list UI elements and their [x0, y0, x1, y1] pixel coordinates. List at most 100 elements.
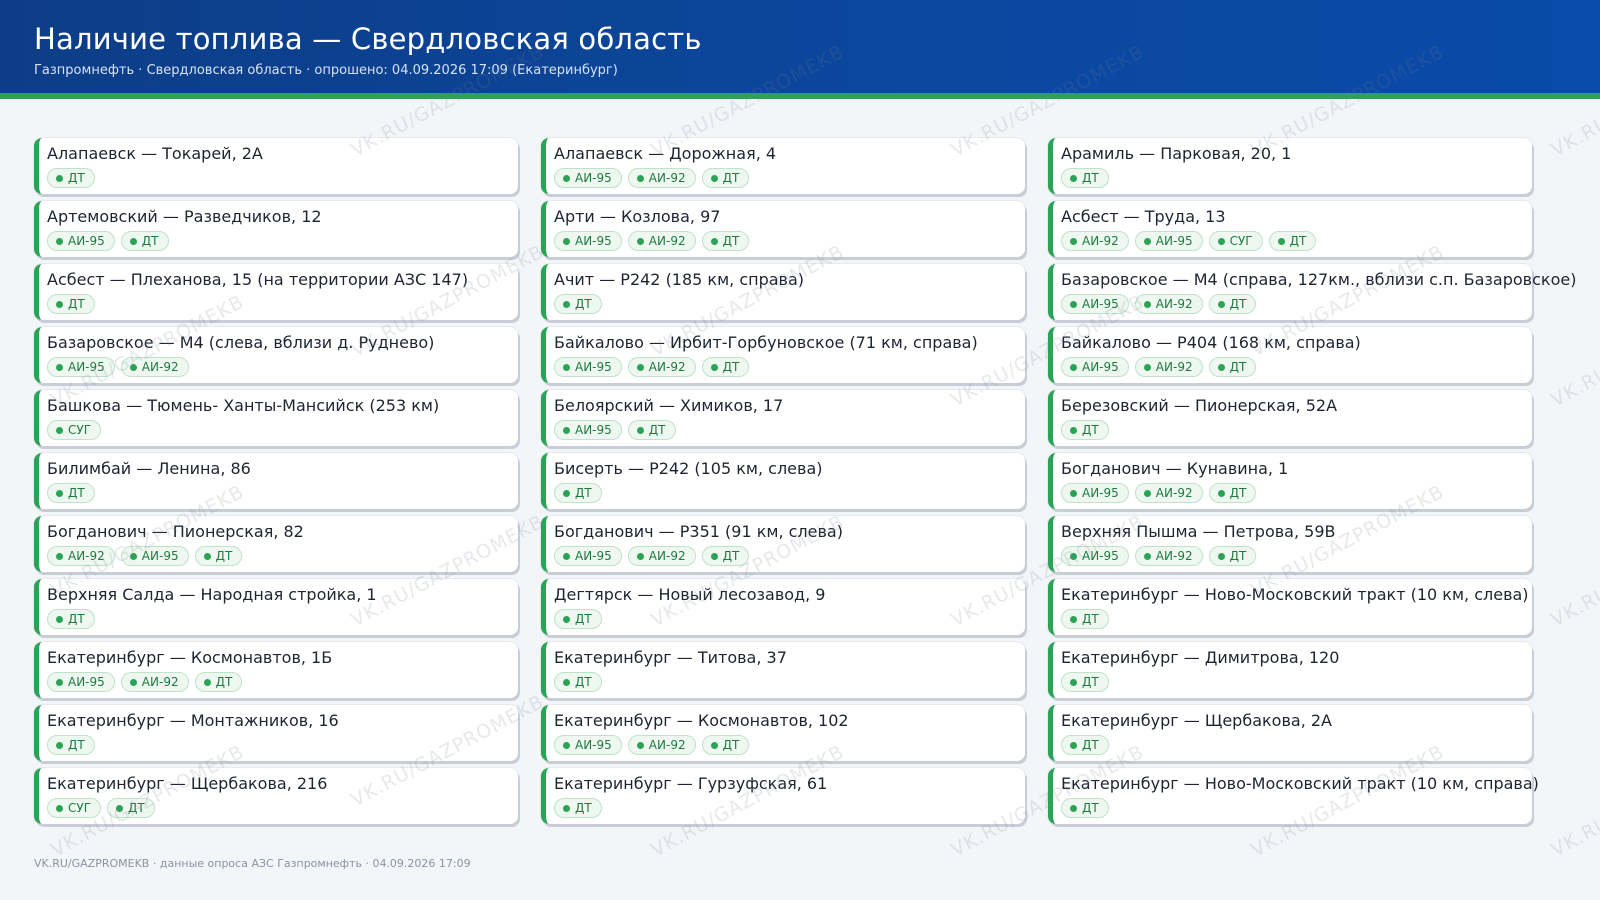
- fuel-badge: АИ-92: [627, 546, 696, 566]
- fuel-badges: АИ-95 АИ-92 ДТ: [554, 357, 1025, 377]
- fuel-label: ДТ: [1082, 675, 1099, 689]
- fuel-label: ДТ: [1289, 234, 1307, 248]
- station-name: Екатеринбург — Космонавтов, 1Б: [47, 648, 333, 667]
- availability-dot-icon: [1070, 678, 1077, 686]
- availability-dot-icon: [1143, 300, 1151, 308]
- station-name: Екатеринбург — Гурзуфская, 61: [554, 774, 828, 793]
- fuel-badges: ДТ: [554, 483, 1025, 503]
- fuel-badges: ДТ: [1061, 609, 1532, 629]
- fuel-label: АИ-95: [68, 675, 105, 689]
- fuel-label: СУГ: [68, 423, 92, 437]
- fuel-label: АИ-95: [1082, 297, 1119, 311]
- availability-dot-icon: [56, 174, 63, 182]
- availability-dot-icon: [636, 174, 644, 182]
- fuel-label: ДТ: [68, 486, 85, 500]
- station-name: Асбест — Плеханова, 15 (на территории АЗ…: [47, 270, 469, 289]
- fuel-badge: АИ-95: [554, 231, 622, 251]
- station-name: Екатеринбург — Космонавтов, 102: [554, 711, 849, 730]
- fuel-badge: ДТ: [1061, 609, 1109, 629]
- fuel-badge: ДТ: [194, 546, 243, 566]
- fuel-badge: АИ-92: [627, 168, 696, 188]
- watermark-text: VK.RU/GAZPROMEKB: [1547, 740, 1600, 862]
- fuel-badge: ДТ: [554, 294, 602, 314]
- fuel-label: ДТ: [1229, 549, 1247, 563]
- fuel-label: АИ-95: [141, 549, 179, 563]
- fuel-badge: СУГ: [1208, 231, 1263, 251]
- fuel-badge: ДТ: [1061, 168, 1109, 188]
- watermark-text: VK.RU/GAZPROMEKB: [1547, 510, 1600, 632]
- station-card: Белоярский — Химиков, 17 АИ-95 ДТ: [541, 390, 1025, 446]
- fuel-label: АИ-95: [1082, 360, 1119, 374]
- availability-dot-icon: [129, 552, 137, 560]
- fuel-badges: СУГ ДТ: [47, 798, 518, 818]
- availability-dot-icon: [1277, 237, 1285, 245]
- availability-dot-icon: [710, 237, 718, 245]
- fuel-badge: АИ-92: [1134, 294, 1203, 314]
- fuel-badge: ДТ: [554, 483, 602, 503]
- fuel-badge: ДТ: [47, 483, 95, 503]
- fuel-badge: АИ-92: [1134, 546, 1203, 566]
- station-card: Богданович — Пионерская, 82 АИ-92 АИ-95 ДТ: [34, 516, 518, 572]
- availability-dot-icon: [203, 678, 211, 686]
- fuel-badge: ДТ: [554, 609, 602, 629]
- station-name: Верхняя Пышма — Петрова, 59В: [1061, 522, 1336, 541]
- station-name: Верхняя Салда — Народная стройка, 1: [47, 585, 377, 604]
- station-name: Базаровское — М4 (справа, 127км., вблизи…: [1061, 270, 1577, 289]
- station-name: Белоярский — Химиков, 17: [554, 396, 784, 415]
- fuel-badges: ДТ: [47, 483, 518, 503]
- page-title: Наличие топлива — Свердловская область: [34, 22, 702, 56]
- fuel-badge: ДТ: [47, 609, 95, 629]
- page-footer: VK.RU/GAZPROMEKB · данные опроса АЗС Газ…: [34, 857, 471, 870]
- availability-dot-icon: [1070, 237, 1077, 245]
- fuel-label: АИ-92: [1155, 486, 1193, 500]
- fuel-badges: ДТ: [554, 798, 1025, 818]
- fuel-badge: АИ-95: [47, 672, 115, 692]
- fuel-label: ДТ: [575, 297, 592, 311]
- fuel-label: АИ-95: [1082, 549, 1119, 563]
- fuel-badges: ДТ: [1061, 735, 1532, 755]
- fuel-label: ДТ: [1229, 486, 1247, 500]
- availability-dot-icon: [710, 363, 718, 371]
- fuel-badges: АИ-95 ДТ: [554, 420, 1025, 440]
- station-card: Дегтярск — Новый лесозавод, 9 ДТ: [541, 579, 1025, 635]
- station-card: Березовский — Пионерская, 52А ДТ: [1048, 390, 1532, 446]
- fuel-badge: ДТ: [120, 231, 169, 251]
- fuel-label: АИ-95: [575, 549, 612, 563]
- availability-dot-icon: [1070, 426, 1077, 434]
- station-name: Байкалово — Ирбит-Горбуновское (71 км, с…: [554, 333, 978, 352]
- fuel-label: ДТ: [1082, 738, 1099, 752]
- station-name: Екатеринбург — Титова, 37: [554, 648, 787, 667]
- station-card: Екатеринбург — Димитрова, 120 ДТ: [1048, 642, 1532, 698]
- fuel-badges: АИ-95 АИ-92: [47, 357, 518, 377]
- fuel-label: ДТ: [1082, 423, 1099, 437]
- station-card: Асбест — Плеханова, 15 (на территории АЗ…: [34, 264, 518, 320]
- fuel-badges: ДТ: [47, 609, 518, 629]
- availability-dot-icon: [563, 363, 570, 371]
- fuel-label: СУГ: [1229, 234, 1253, 248]
- station-name: Екатеринбург — Щербакова, 216: [47, 774, 328, 793]
- fuel-badge: ДТ: [701, 168, 750, 188]
- fuel-badge: ДТ: [1061, 735, 1109, 755]
- fuel-label: ДТ: [215, 675, 233, 689]
- fuel-label: АИ-92: [648, 171, 686, 185]
- availability-dot-icon: [1217, 237, 1225, 245]
- availability-dot-icon: [1070, 174, 1077, 182]
- station-card: Бисерть — Р242 (105 км, слева) ДТ: [541, 453, 1025, 509]
- station-card: Екатеринбург — Ново-Московский тракт (10…: [1048, 768, 1539, 824]
- station-card: Алапаевск — Токарей, 2А ДТ: [34, 138, 518, 194]
- fuel-label: ДТ: [575, 675, 592, 689]
- availability-dot-icon: [1070, 552, 1077, 560]
- fuel-label: ДТ: [141, 234, 159, 248]
- fuel-badge: ДТ: [47, 735, 95, 755]
- availability-dot-icon: [1217, 363, 1225, 371]
- station-card: Базаровское — М4 (слева, вблизи д. Рудне…: [34, 327, 518, 383]
- availability-dot-icon: [1217, 552, 1225, 560]
- fuel-badges: АИ-95 АИ-92 ДТ: [1061, 357, 1532, 377]
- station-grid: Алапаевск — Токарей, 2А ДТ Алапаевск — Дор…: [34, 138, 1577, 824]
- fuel-badges: ДТ: [1061, 672, 1532, 692]
- fuel-badges: ДТ: [1061, 420, 1532, 440]
- availability-dot-icon: [56, 741, 63, 749]
- availability-dot-icon: [563, 237, 570, 245]
- station-card: Екатеринбург — Космонавтов, 102 АИ-95 АИ-9…: [541, 705, 1025, 761]
- station-card: Ачит — Р242 (185 км, справа) ДТ: [541, 264, 1025, 320]
